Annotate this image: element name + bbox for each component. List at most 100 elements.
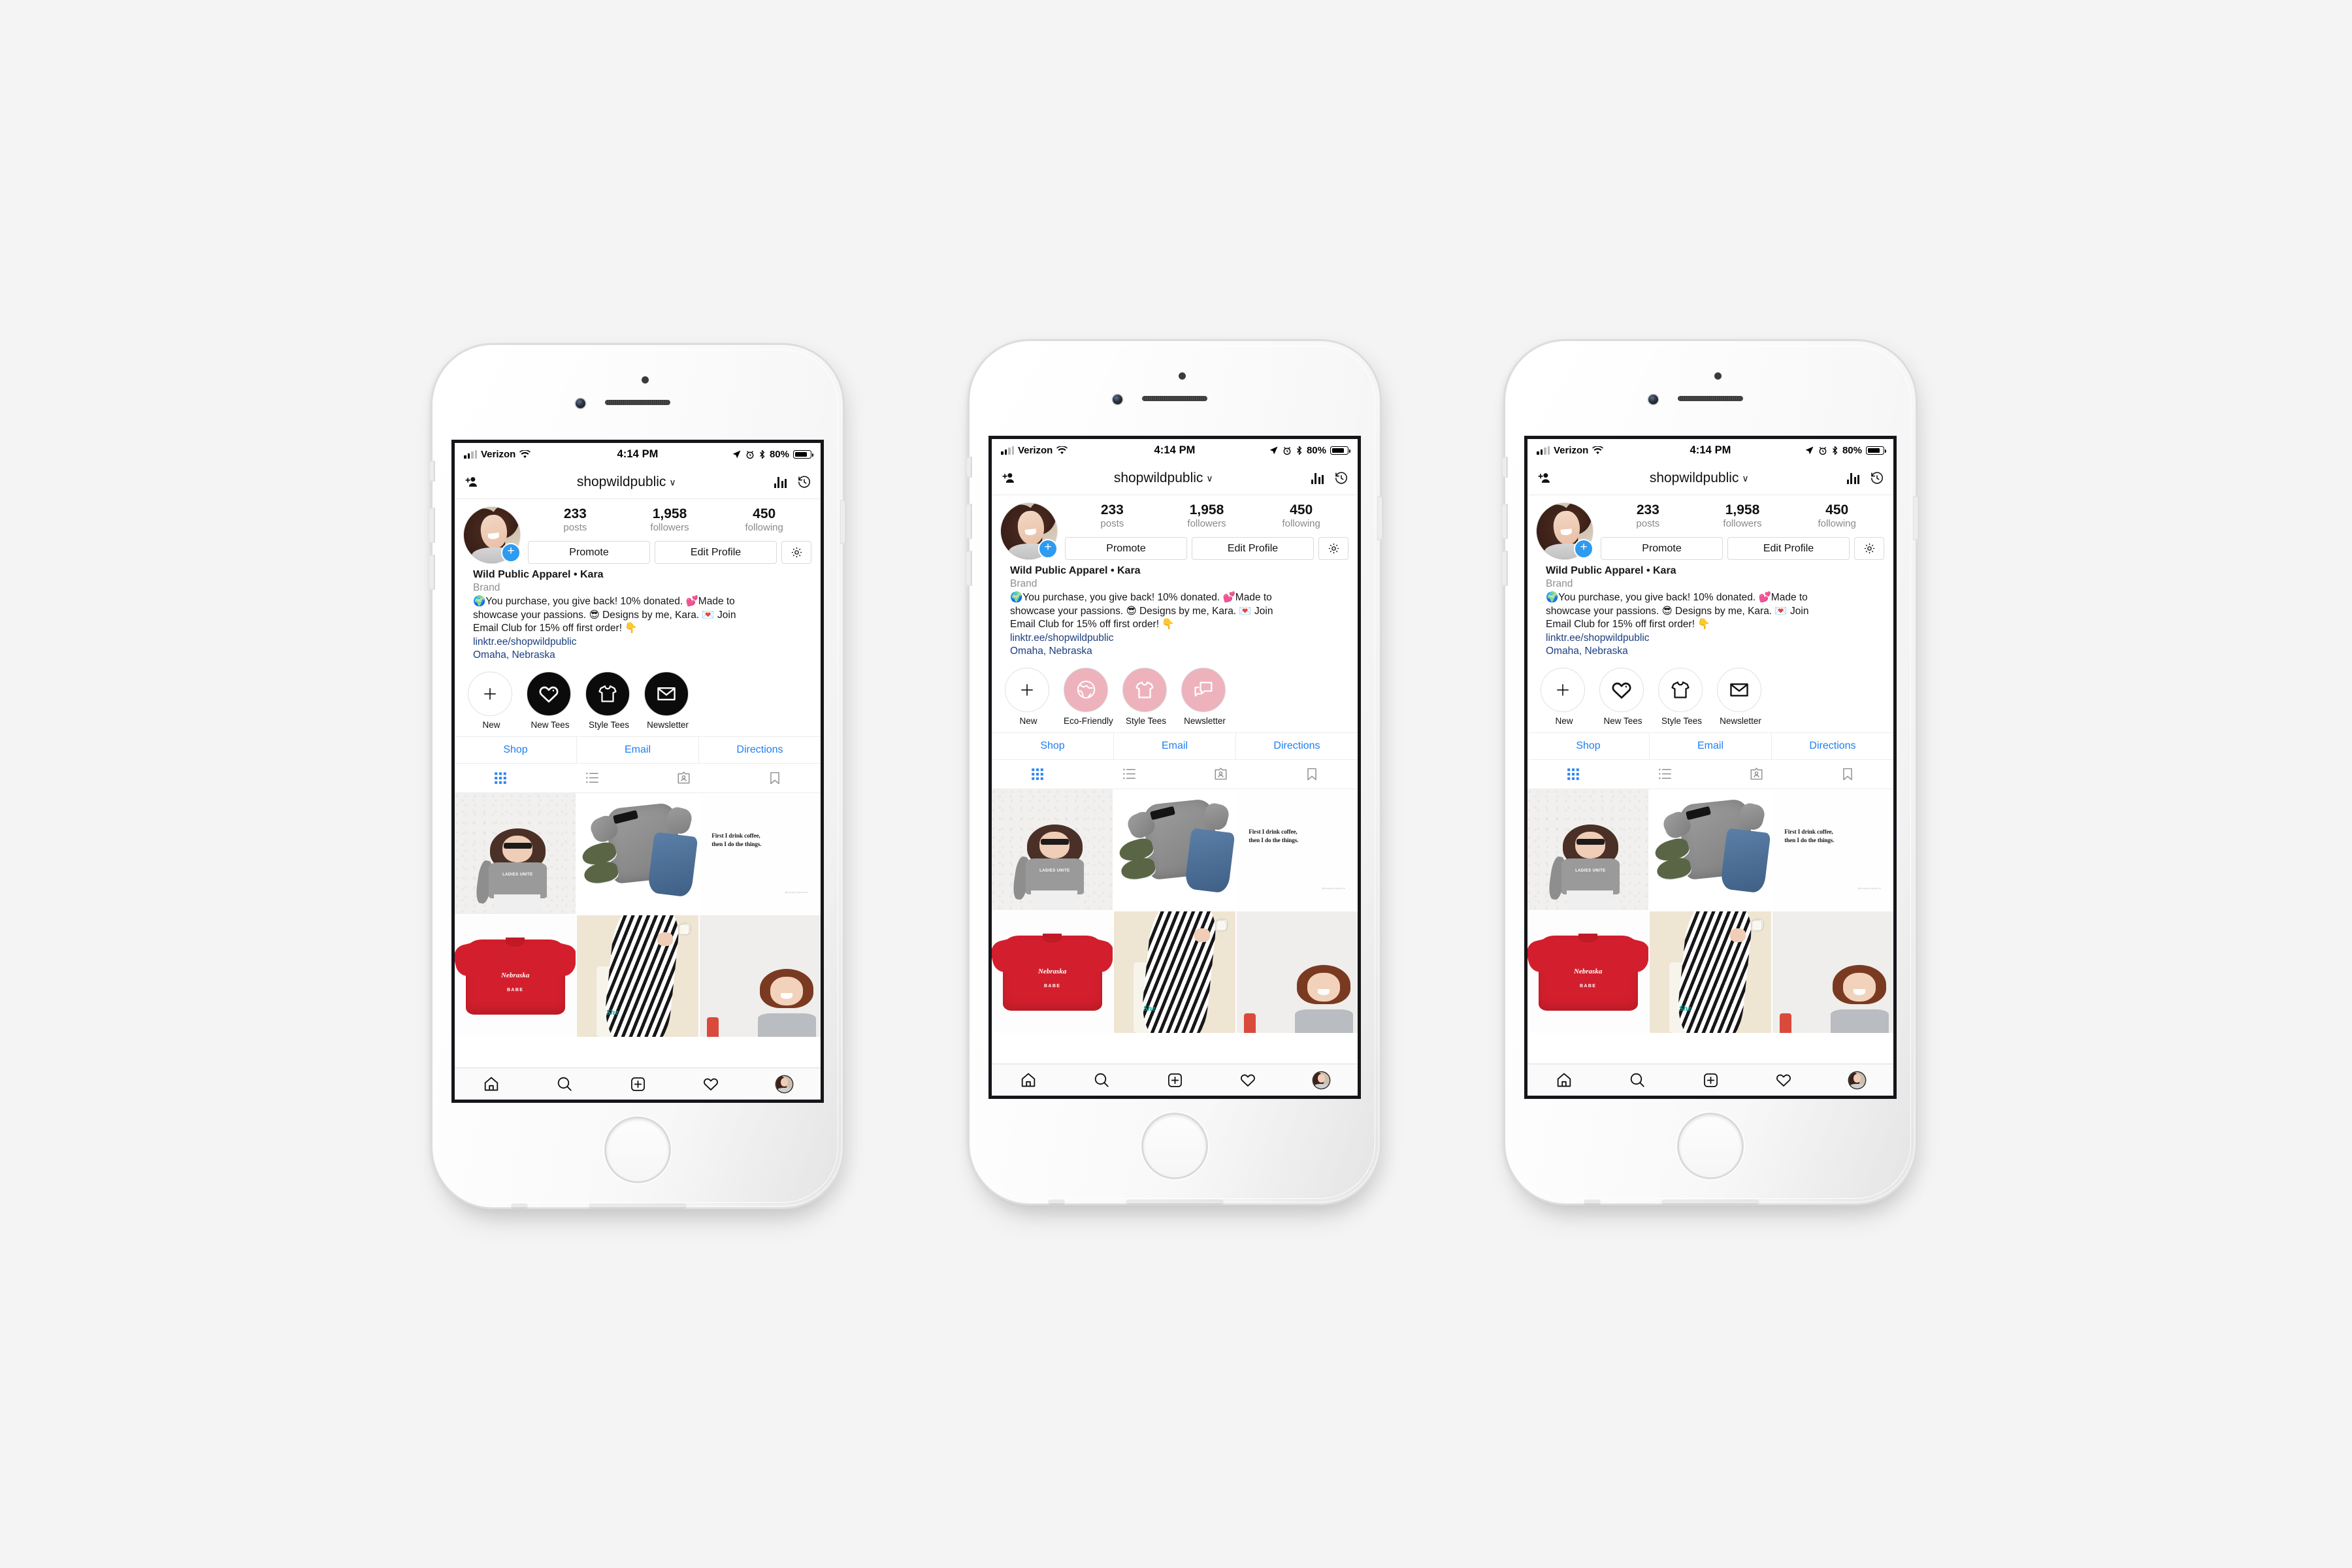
action-link-email[interactable]: Email (1649, 732, 1771, 759)
list-tab[interactable] (1619, 766, 1710, 781)
post-nebraska-babe[interactable]: Nebraska BABE (1527, 911, 1649, 1033)
avatar[interactable]: + (1537, 503, 1593, 559)
highlight-newsletter[interactable]: Newsletter (1717, 667, 1764, 726)
username-dropdown[interactable]: shopwildpublic ∨ (479, 474, 774, 490)
archive-clock-icon[interactable] (1870, 471, 1884, 485)
stat-following[interactable]: 450 following (717, 506, 811, 533)
stat-followers[interactable]: 1,958 followers (1695, 502, 1790, 529)
insights-bar-chart-icon[interactable] (774, 476, 787, 488)
post-coffee-quote[interactable]: First I drink coffee, then I do the thing… (699, 792, 821, 915)
post-ladies-unite[interactable]: LADIES UNITE (992, 789, 1113, 911)
saved-tab[interactable] (729, 771, 821, 785)
post-coffee-quote[interactable]: First I drink coffee, then I do the thing… (1772, 789, 1893, 911)
post-portrait-grey-tee[interactable] (1772, 911, 1893, 1033)
highlight-newsletter[interactable]: Newsletter (1181, 667, 1228, 726)
action-link-shop[interactable]: Shop (455, 737, 576, 763)
avatar[interactable]: + (464, 507, 521, 563)
post-portrait-grey-tee[interactable] (1236, 911, 1358, 1033)
highlight-eco-friendly[interactable]: Eco-Friendly (1064, 667, 1113, 726)
tagged-tab[interactable] (638, 770, 729, 785)
post-ladies-unite[interactable]: LADIES UNITE (1527, 789, 1649, 911)
settings-button[interactable] (1854, 537, 1884, 561)
home-tab[interactable] (992, 1071, 1065, 1088)
new-post-tab[interactable] (601, 1076, 674, 1092)
volume-down-button[interactable] (966, 551, 972, 585)
action-link-shop[interactable]: Shop (992, 733, 1113, 759)
power-button[interactable] (1914, 497, 1919, 540)
username-dropdown[interactable]: shopwildpublic ∨ (1016, 470, 1311, 486)
archive-clock-icon[interactable] (797, 475, 811, 489)
add-story-badge[interactable]: + (1574, 539, 1593, 559)
stat-posts[interactable]: 233 posts (528, 506, 623, 533)
location-label[interactable]: Omaha, Nebraska (1010, 645, 1339, 659)
stat-posts[interactable]: 233 posts (1601, 502, 1695, 529)
highlight-new-tees[interactable]: New Tees (527, 671, 574, 730)
post-nebraska-babe[interactable]: Nebraska BABE (992, 911, 1113, 1033)
archive-clock-icon[interactable] (1334, 471, 1348, 485)
stat-following[interactable]: 450 following (1254, 502, 1348, 529)
highlight-new[interactable]: New (1005, 667, 1052, 726)
volume-down-button[interactable] (429, 555, 434, 589)
new-post-tab[interactable] (1138, 1072, 1211, 1088)
mute-switch[interactable] (967, 457, 972, 477)
tagged-tab[interactable] (1710, 766, 1802, 781)
volume-up-button[interactable] (1502, 504, 1507, 538)
add-person-icon[interactable] (1001, 471, 1016, 486)
stat-followers[interactable]: 1,958 followers (1160, 502, 1254, 529)
activity-tab[interactable] (1747, 1071, 1820, 1088)
profile-tab[interactable] (1284, 1071, 1358, 1088)
post-striped-tote[interactable]: She (1114, 911, 1235, 1033)
username-dropdown[interactable]: shopwildpublic ∨ (1552, 470, 1847, 486)
home-button[interactable] (1679, 1115, 1742, 1177)
settings-button[interactable] (781, 541, 811, 564)
add-story-badge[interactable]: + (501, 543, 521, 563)
highlight-new[interactable]: New (468, 671, 515, 730)
edit-profile-button[interactable]: Edit Profile (1192, 537, 1314, 561)
edit-profile-button[interactable]: Edit Profile (655, 541, 777, 564)
profile-tab[interactable] (1820, 1071, 1893, 1088)
avatar[interactable]: + (1001, 503, 1058, 559)
list-tab[interactable] (546, 770, 638, 785)
saved-tab[interactable] (1802, 767, 1893, 781)
volume-up-button[interactable] (429, 508, 434, 542)
post-striped-tote[interactable]: She (577, 915, 698, 1037)
location-label[interactable]: Omaha, Nebraska (1546, 645, 1875, 659)
action-link-directions[interactable]: Directions (1235, 732, 1358, 759)
power-button[interactable] (1378, 497, 1383, 540)
saved-tab[interactable] (1266, 767, 1358, 781)
website-link[interactable]: linktr.ee/shopwildpublic (473, 636, 802, 649)
insights-bar-chart-icon[interactable] (1311, 472, 1324, 484)
home-button[interactable] (1143, 1115, 1206, 1177)
post-coffee-quote[interactable]: First I drink coffee, then I do the thing… (1236, 789, 1358, 911)
home-tab[interactable] (1527, 1071, 1601, 1088)
new-post-tab[interactable] (1674, 1072, 1747, 1088)
profile-tab[interactable] (747, 1075, 821, 1092)
highlight-style-tees[interactable]: Style Tees (1122, 667, 1169, 726)
promote-button[interactable]: Promote (528, 541, 650, 564)
settings-button[interactable] (1318, 537, 1348, 561)
action-link-shop[interactable]: Shop (1527, 733, 1649, 759)
promote-button[interactable]: Promote (1601, 537, 1723, 561)
activity-tab[interactable] (674, 1075, 747, 1092)
post-portrait-grey-tee[interactable] (699, 915, 821, 1037)
add-person-icon[interactable] (464, 475, 479, 490)
activity-tab[interactable] (1211, 1071, 1284, 1088)
search-tab[interactable] (1601, 1071, 1674, 1088)
post-striped-tote[interactable]: She (1650, 911, 1771, 1033)
volume-down-button[interactable] (1502, 551, 1507, 585)
post-ladies-unite[interactable]: LADIES UNITE (455, 792, 576, 915)
search-tab[interactable] (1065, 1071, 1138, 1088)
post-nebraska-babe[interactable]: Nebraska BABE (455, 915, 576, 1037)
grid-tab[interactable] (455, 771, 546, 785)
tagged-tab[interactable] (1175, 766, 1266, 781)
location-label[interactable]: Omaha, Nebraska (473, 649, 802, 662)
post-flatlay-grey-tee[interactable] (577, 792, 698, 915)
highlight-newsletter[interactable]: Newsletter (644, 671, 691, 730)
website-link[interactable]: linktr.ee/shopwildpublic (1010, 632, 1339, 645)
add-person-icon[interactable] (1537, 471, 1552, 486)
home-tab[interactable] (455, 1075, 528, 1092)
highlight-style-tees[interactable]: Style Tees (585, 671, 632, 730)
mute-switch[interactable] (430, 461, 434, 481)
volume-up-button[interactable] (966, 504, 972, 538)
stat-followers[interactable]: 1,958 followers (623, 506, 717, 533)
